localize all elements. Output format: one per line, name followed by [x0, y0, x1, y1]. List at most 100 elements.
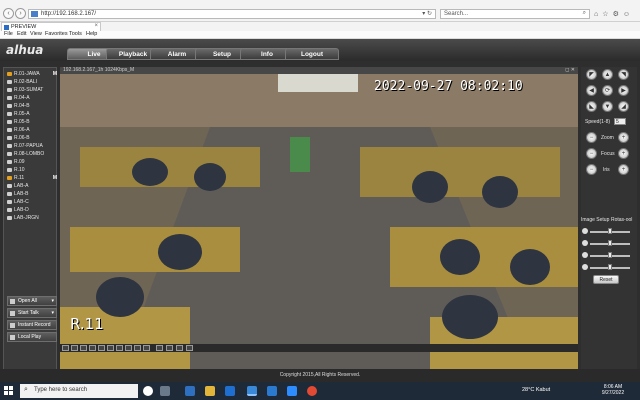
- weather-widget[interactable]: 28°C Kabut: [522, 387, 550, 393]
- focus-out-button[interactable]: −: [586, 148, 597, 159]
- back-button[interactable]: ‹: [3, 8, 14, 19]
- menu-help[interactable]: Help: [86, 31, 97, 37]
- ptz-down-button[interactable]: ▼: [602, 101, 613, 112]
- channel-item[interactable]: R.06-A: [7, 126, 57, 134]
- start-talk-button[interactable]: Start Talk ▾: [7, 308, 57, 318]
- channel-item[interactable]: R.04-B: [7, 102, 57, 110]
- windows-start-icon[interactable]: [4, 386, 14, 396]
- tab-rotate[interactable]: Rotas-ool: [611, 216, 632, 224]
- audio-icon[interactable]: [143, 345, 150, 351]
- chevron-down-icon[interactable]: ▾: [51, 297, 54, 306]
- ptz-up-right-button[interactable]: ◥: [618, 69, 629, 80]
- browser-search-input[interactable]: Search... ⌕: [440, 9, 590, 19]
- contrast-slider[interactable]: [590, 240, 630, 246]
- tab-image-setup[interactable]: Image Setup: [581, 216, 609, 224]
- layout-9-icon[interactable]: [80, 345, 87, 351]
- browser-tab[interactable]: PREVIEW ×: [1, 22, 101, 31]
- slider-handle[interactable]: [608, 228, 612, 234]
- ptz-down-right-button[interactable]: ◢: [618, 101, 629, 112]
- ie-icon[interactable]: [247, 386, 257, 396]
- channel-item[interactable]: R.03-SUMAT: [7, 86, 57, 94]
- settings-icon[interactable]: [186, 345, 193, 351]
- channel-item[interactable]: R.08-LOMBO: [7, 150, 57, 158]
- channel-item[interactable]: R.09: [7, 158, 57, 166]
- chevron-down-icon[interactable]: ▾: [51, 309, 54, 318]
- menu-view[interactable]: View: [30, 31, 42, 37]
- hue-slider[interactable]: [590, 264, 630, 270]
- stream-icon[interactable]: [166, 345, 173, 351]
- menu-favorites[interactable]: Favorites: [45, 31, 68, 37]
- system-clock[interactable]: 8:06 AM 9/27/2022: [598, 384, 628, 396]
- live-video-view[interactable]: 192.168.2.167_1h 1024Kbps_M ◻ ✕ 2022-09-…: [60, 67, 578, 372]
- zoom-in-button[interactable]: +: [618, 132, 629, 143]
- slider-handle[interactable]: [608, 252, 612, 258]
- speed-select[interactable]: 5: [614, 118, 626, 125]
- address-bar[interactable]: http://192.168.2.167/ ▾ ↻: [28, 9, 436, 19]
- slider-handle[interactable]: [608, 264, 612, 270]
- zoom-out-button[interactable]: −: [586, 132, 597, 143]
- file-explorer-icon[interactable]: [205, 386, 215, 396]
- channel-item[interactable]: R.11 M: [7, 174, 57, 182]
- brightness-slider[interactable]: [590, 228, 630, 234]
- menu-tools[interactable]: Tools: [69, 31, 82, 37]
- ptz-left-button[interactable]: ◀: [586, 85, 597, 96]
- app-icon[interactable]: [267, 386, 277, 396]
- zoom-icon[interactable]: [156, 345, 163, 351]
- channel-item[interactable]: LAB-D: [7, 206, 57, 214]
- layout-custom-icon[interactable]: [98, 345, 105, 351]
- local-play-button[interactable]: Local Play: [7, 332, 57, 342]
- iris-close-button[interactable]: −: [586, 164, 597, 175]
- gear-icon[interactable]: ⚙: [613, 11, 623, 18]
- refresh-icon[interactable]: ▾ ↻: [422, 10, 432, 17]
- zoom-app-icon[interactable]: [287, 386, 297, 396]
- task-view-icon[interactable]: [160, 386, 170, 396]
- camera-icon: [7, 183, 12, 188]
- channel-item[interactable]: R.04-A: [7, 94, 57, 102]
- ptz-up-left-button[interactable]: ◤: [586, 69, 597, 80]
- channel-item[interactable]: R.07-PAPUA: [7, 142, 57, 150]
- layout-4-icon[interactable]: [71, 345, 78, 351]
- channel-item[interactable]: LAB-A: [7, 182, 57, 190]
- ptz-up-button[interactable]: ▲: [602, 69, 613, 80]
- video-window-controls[interactable]: ◻ ✕: [565, 67, 575, 74]
- layout-grid-icon[interactable]: [116, 345, 123, 351]
- channel-item[interactable]: R.01-JAWA M: [7, 70, 57, 78]
- channel-item[interactable]: R.02-BALI: [7, 78, 57, 86]
- star-icon[interactable]: ☆: [602, 11, 612, 18]
- ptz-down-left-button[interactable]: ◣: [586, 101, 597, 112]
- record-icon[interactable]: [134, 345, 141, 351]
- chrome-icon[interactable]: [307, 386, 317, 396]
- tab-logout[interactable]: Logout: [285, 48, 339, 60]
- focus-in-button[interactable]: +: [618, 148, 629, 159]
- forward-button[interactable]: ›: [15, 8, 26, 19]
- snapshot-icon[interactable]: [125, 345, 132, 351]
- channel-item[interactable]: R.10: [7, 166, 57, 174]
- instant-record-button[interactable]: Instant Record: [7, 320, 57, 330]
- cortana-icon[interactable]: [143, 386, 153, 396]
- open-all-button[interactable]: Open All ▾: [7, 296, 57, 306]
- saturation-slider[interactable]: [590, 252, 630, 258]
- layout-1-icon[interactable]: [62, 345, 69, 351]
- slider-handle[interactable]: [608, 240, 612, 246]
- channel-item[interactable]: R.05-B: [7, 118, 57, 126]
- channel-item[interactable]: LAB-C: [7, 198, 57, 206]
- menu-edit[interactable]: Edit: [17, 31, 26, 37]
- ptz-auto-button[interactable]: ⟳: [602, 85, 613, 96]
- channel-item[interactable]: R.06-B: [7, 134, 57, 142]
- channel-item[interactable]: R.05-A: [7, 110, 57, 118]
- close-all-icon[interactable]: [176, 345, 183, 351]
- channel-item[interactable]: LAB-JRGN: [7, 214, 57, 222]
- channel-item[interactable]: LAB-B: [7, 190, 57, 198]
- reset-button[interactable]: Reset: [593, 275, 619, 284]
- ptz-right-button[interactable]: ▶: [618, 85, 629, 96]
- close-icon[interactable]: ×: [94, 23, 98, 29]
- edge-icon[interactable]: [185, 386, 195, 396]
- fullscreen-icon[interactable]: [107, 345, 114, 351]
- layout-16-icon[interactable]: [89, 345, 96, 351]
- iris-open-button[interactable]: +: [618, 164, 629, 175]
- taskbar-search-input[interactable]: ⌕ Type here to search: [20, 384, 138, 398]
- smiley-icon[interactable]: ☺: [623, 11, 634, 18]
- menu-file[interactable]: File: [4, 31, 13, 37]
- mail-icon[interactable]: [225, 386, 235, 396]
- search-icon[interactable]: ⌕: [583, 10, 586, 17]
